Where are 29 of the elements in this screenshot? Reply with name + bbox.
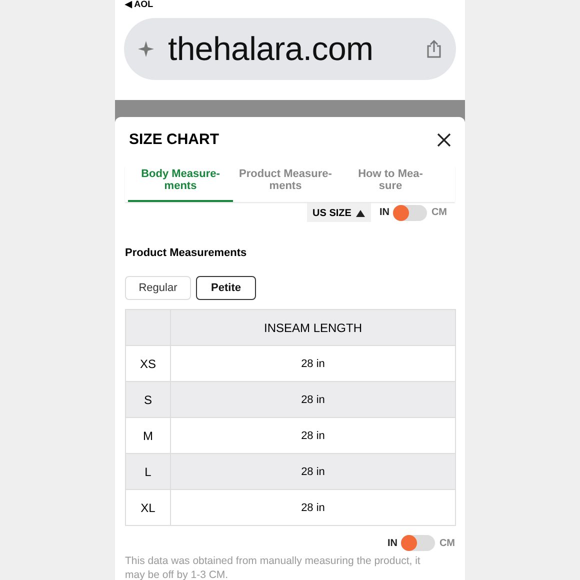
disclaimer-text: This data was obtained from manually measuring the product, it may be off by 1-3 CM. xyxy=(125,554,422,580)
unit-label: CM xyxy=(439,538,455,548)
unit-switch[interactable] xyxy=(401,535,436,551)
sparkle-icon xyxy=(138,41,154,57)
caret-icon xyxy=(356,210,366,217)
fit-option[interactable]: Regular xyxy=(125,276,191,300)
size-system-dropdown[interactable]: US SIZE xyxy=(306,203,372,222)
panel-title: SIZE CHART xyxy=(129,131,219,148)
size-cell: S xyxy=(126,382,170,418)
address-bar[interactable]: thehalara.com xyxy=(124,18,456,80)
unit-label: IN xyxy=(379,207,390,218)
unit-label: CM xyxy=(431,207,447,218)
tab[interactable]: How to Mea- sure xyxy=(338,166,443,202)
table-cell: 28 in xyxy=(170,490,456,526)
unit-label: IN xyxy=(387,538,398,548)
table-cell: 28 in xyxy=(170,454,456,490)
unit-switch[interactable] xyxy=(393,204,428,220)
tab[interactable]: Body Measure- ments xyxy=(128,166,233,202)
fit-option[interactable]: Petite xyxy=(196,276,256,300)
size-cell: XL xyxy=(126,490,170,526)
column-header: INSEAM LENGTH xyxy=(170,310,456,346)
tab[interactable]: Product Measure- ments xyxy=(233,166,338,202)
size-cell: L xyxy=(126,454,170,490)
section-heading: Product Measurements xyxy=(125,247,248,259)
table-cell: 28 in xyxy=(170,382,456,418)
close-icon[interactable] xyxy=(437,132,451,146)
back-link[interactable]: ◀ AOL xyxy=(125,0,154,9)
share-icon[interactable] xyxy=(426,40,442,58)
header-cell xyxy=(126,310,170,346)
